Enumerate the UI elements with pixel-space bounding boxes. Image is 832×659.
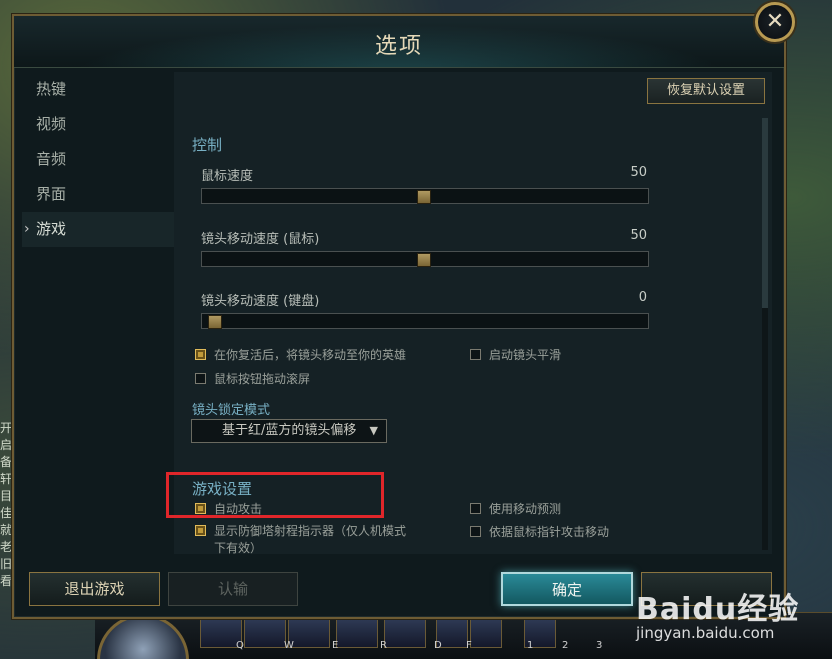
sidebar-item-label: 游戏 (36, 220, 67, 238)
auto-attack-checkbox[interactable]: 自动攻击 (195, 500, 262, 517)
checkbox-box[interactable] (470, 503, 481, 514)
hud-key-label: 3 (596, 640, 603, 651)
checkbox-box[interactable] (470, 349, 481, 360)
checkbox-label-continued: 下有效） (214, 541, 263, 555)
hud-key-label: R (380, 640, 387, 651)
camera-smoothing-checkbox[interactable]: 启动镜头平滑 (470, 346, 561, 363)
close-button[interactable]: ✕ (755, 2, 795, 42)
mouse-speed-value: 50 (630, 165, 647, 180)
ability-slot-w[interactable] (288, 618, 330, 648)
exit-game-button[interactable]: 退出游戏 (29, 572, 160, 606)
hud-key-label: Q (236, 640, 244, 651)
camera-speed-mouse-value: 50 (630, 228, 647, 243)
checkbox-label: 启动镜头平滑 (489, 348, 562, 362)
hud-key-label: D (434, 640, 442, 651)
watermark-url: jingyan.baidu.com (636, 624, 775, 642)
watermark-logo: Baidu经验 (636, 592, 800, 627)
dropdown-value: 基于红/蓝方的镜头偏移 (222, 423, 357, 438)
dialog-title: 选项 (374, 34, 423, 59)
options-sidebar: 热键 视频 音频 界面 游戏 (22, 72, 174, 247)
sidebar-item-video[interactable]: 视频 (22, 107, 174, 142)
sidebar-item-sound[interactable]: 音频 (22, 142, 174, 177)
camera-lock-mode-label: 镜头锁定模式 (192, 403, 271, 418)
checkbox-label: 显示防御塔射程指示器（仅人机模式 (214, 524, 407, 538)
hud-key-label: 2 (562, 640, 569, 651)
slider-thumb[interactable] (417, 253, 431, 267)
dialog-header: 选项 (14, 16, 784, 68)
slider-thumb[interactable] (208, 315, 222, 329)
sidebar-item-interface[interactable]: 界面 (22, 177, 174, 212)
camera-speed-keyboard-label: 镜头移动速度 (键盘) (201, 294, 320, 309)
ability-slot-e[interactable] (336, 618, 378, 648)
baidu-watermark: Baidu经验 jingyan.baidu.com (636, 584, 832, 642)
hud-key-label: F (466, 640, 472, 651)
control-section-title: 控制 (192, 136, 223, 154)
panel-scrollbar[interactable] (762, 118, 768, 550)
sidebar-item-label: 界面 (36, 185, 67, 203)
surrender-button[interactable]: 认输 (168, 572, 298, 606)
sidebar-item-label: 音频 (36, 150, 67, 168)
hud-key-label: E (332, 640, 339, 651)
camera-speed-keyboard-value: 0 (638, 290, 647, 305)
checkbox-box[interactable] (195, 503, 206, 514)
close-icon: ✕ (765, 9, 785, 34)
tower-range-indicator-checkbox[interactable]: 显示防御塔射程指示器（仅人机模式 下有效） (195, 523, 406, 557)
mouse-speed-label: 鼠标速度 (201, 169, 254, 184)
checkbox-box[interactable] (195, 349, 206, 360)
ability-slot-q[interactable] (244, 618, 286, 648)
hud-key-label: W (284, 640, 294, 651)
ok-button[interactable]: 确定 (501, 572, 633, 606)
camera-speed-mouse-slider[interactable] (201, 251, 649, 267)
checkbox-box[interactable] (195, 525, 206, 536)
checkbox-label: 依据鼠标指针攻击移动 (489, 525, 610, 539)
hud-key-label: 1 (527, 640, 534, 651)
checkbox-label: 在你复活后，将镜头移动至你的英雄 (214, 348, 407, 362)
restore-defaults-button[interactable]: 恢复默认设置 (647, 78, 765, 104)
mouse-speed-slider[interactable] (201, 188, 649, 204)
scrollbar-thumb[interactable] (762, 118, 768, 308)
summoner-slot-f[interactable] (470, 618, 502, 648)
checkbox-label: 自动攻击 (214, 502, 263, 516)
checkbox-label: 使用移动预测 (489, 502, 562, 516)
checkbox-box[interactable] (195, 373, 206, 384)
ability-slot-r[interactable] (384, 618, 426, 648)
checkbox-box[interactable] (470, 526, 481, 537)
camera-speed-mouse-label: 镜头移动速度 (鼠标) (201, 232, 320, 247)
dropdown-arrow-icon: ▼ (369, 424, 378, 437)
movement-prediction-checkbox[interactable]: 使用移动预测 (470, 500, 561, 517)
camera-lock-mode-select[interactable]: 基于红/蓝方的镜头偏移 ▼ (191, 419, 387, 443)
sidebar-item-label: 视频 (36, 115, 67, 133)
camera-speed-keyboard-slider[interactable] (201, 313, 649, 329)
slider-thumb[interactable] (417, 190, 431, 204)
move-camera-on-respawn-checkbox[interactable]: 在你复活后，将镜头移动至你的英雄 (195, 346, 406, 363)
sidebar-item-label: 热键 (36, 80, 67, 98)
drag-scroll-checkbox[interactable]: 鼠标按钮拖动滚屏 (195, 370, 310, 387)
sidebar-item-hotkeys[interactable]: 热键 (22, 72, 174, 107)
attack-move-on-cursor-checkbox[interactable]: 依据鼠标指针攻击移动 (470, 523, 609, 540)
checkbox-label: 鼠标按钮拖动滚屏 (214, 372, 311, 386)
sidebar-item-game[interactable]: 游戏 (22, 212, 174, 247)
